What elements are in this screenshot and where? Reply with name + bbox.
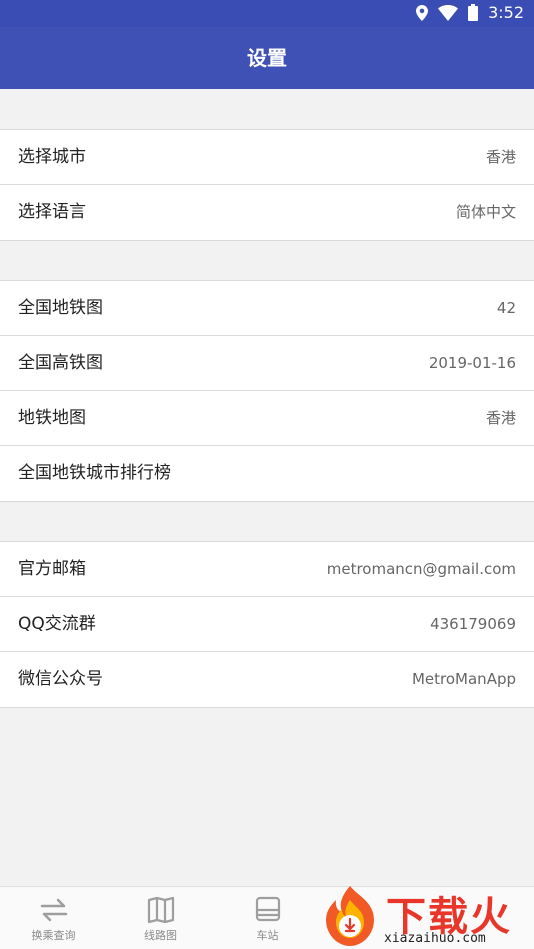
national-metro-map-row[interactable]: 全国地铁图 42 [0,281,534,336]
page-title: 设置 [247,46,287,70]
map-icon [147,896,175,924]
station-icon [255,896,281,922]
row-value: 436179069 [430,615,516,633]
select-city-row[interactable]: 选择城市 香港 [0,130,534,185]
metro-city-ranking-row[interactable]: 全国地铁城市排行榜 [0,446,534,501]
flame-logo-icon [326,886,374,946]
official-email-row[interactable]: 官方邮箱 metromancn@gmail.com [0,542,534,597]
row-value: metromancn@gmail.com [326,560,516,578]
transfer-icon [40,898,68,922]
qq-group-row[interactable]: QQ交流群 436179069 [0,597,534,652]
row-label: 选择城市 [18,147,86,167]
row-value: 2019-01-16 [428,354,516,372]
row-value: 香港 [485,148,516,166]
nav-transfer[interactable]: 换乘查询 [0,887,107,949]
row-value: 香港 [485,409,516,427]
status-bar: 3:52 [0,0,534,27]
settings-group-maps: 全国地铁图 42 全国高铁图 2019-01-16 地铁地图 香港 全国地铁城市… [0,280,534,502]
wifi-icon [438,4,459,21]
row-label: 官方邮箱 [18,559,86,579]
row-label: 全国地铁图 [18,298,103,318]
settings-group-general: 选择城市 香港 选择语言 简体中文 [0,129,534,241]
battery-icon [468,4,479,21]
row-value: 42 [496,299,516,317]
location-icon [416,4,429,21]
national-highspeed-rail-map-row[interactable]: 全国高铁图 2019-01-16 [0,336,534,391]
nav-line-map[interactable]: 线路图 [107,887,214,949]
row-label: 全国地铁城市排行榜 [18,463,171,483]
status-time: 3:52 [488,3,524,22]
wechat-account-row[interactable]: 微信公众号 MetroManApp [0,652,534,707]
nav-label: 换乘查询 [31,929,76,942]
row-label: 全国高铁图 [18,353,103,373]
row-label: 选择语言 [18,202,86,222]
nav-station[interactable]: 车站 [214,887,321,949]
row-label: 地铁地图 [18,408,86,428]
settings-group-contact: 官方邮箱 metromancn@gmail.com QQ交流群 43617906… [0,541,534,708]
row-label: 微信公众号 [18,669,103,689]
app-bar: 设置 [0,27,534,89]
row-label: QQ交流群 [18,614,96,634]
select-language-row[interactable]: 选择语言 简体中文 [0,185,534,240]
watermark-logo: 下载火 xiazaihuo.com [316,880,534,949]
metro-map-row[interactable]: 地铁地图 香港 [0,391,534,446]
nav-label: 车站 [256,929,279,942]
watermark-url: xiazaihuo.com [384,931,486,946]
row-value: 简体中文 [455,203,516,221]
row-value: MetroManApp [411,670,516,688]
nav-label: 线路图 [144,929,177,942]
